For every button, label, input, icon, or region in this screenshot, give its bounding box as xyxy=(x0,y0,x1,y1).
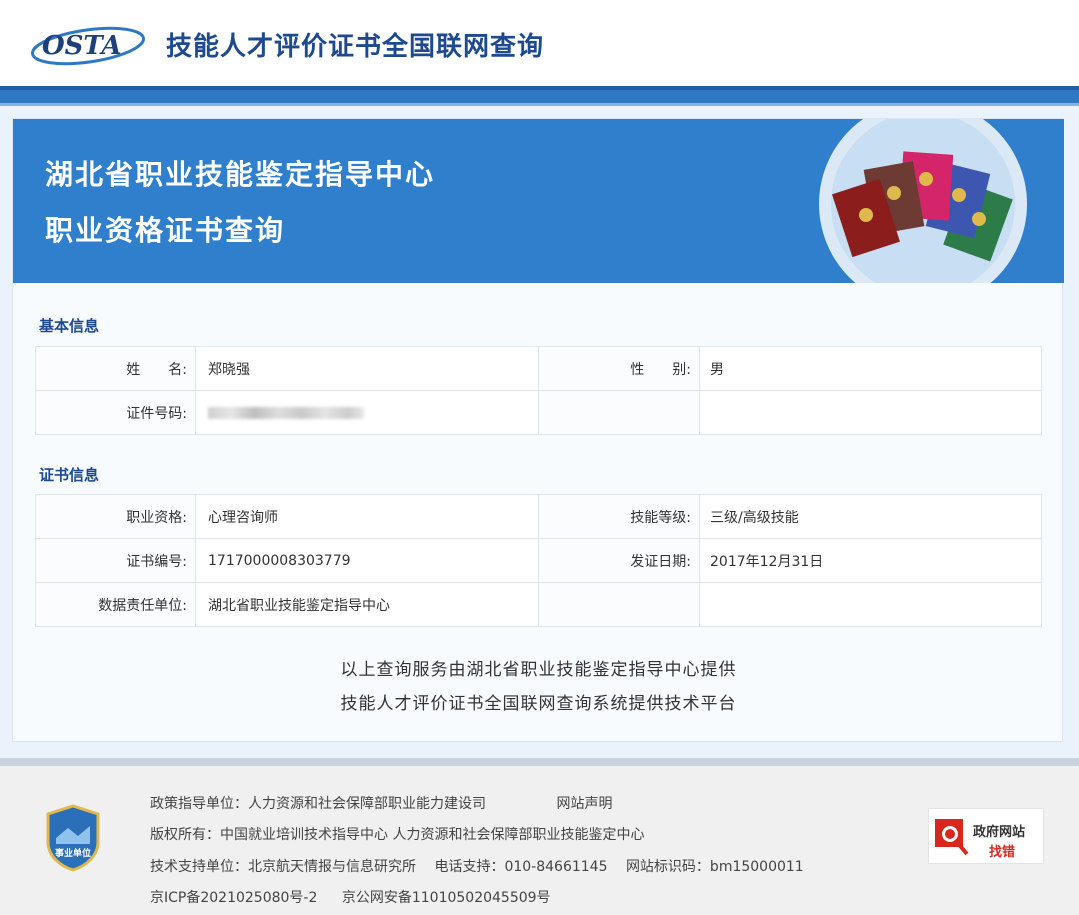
table-row: 证件号码: xyxy=(35,390,1042,435)
site-footer: 事业单位 政策指导单位：人力资源和社会保障部职业能力建设司 网站声明 版权所有：… xyxy=(0,758,1079,915)
site-title: 技能人才评价证书全国联网查询 xyxy=(166,32,545,62)
gov-badge-action: 找错 xyxy=(989,845,1016,860)
empty-cell xyxy=(538,390,700,435)
platform-credit: 技能人才评价证书全国联网查询系统提供技术平台 xyxy=(340,694,737,714)
logo-text: OSTA xyxy=(42,31,122,61)
empty-cell xyxy=(538,582,700,627)
policy-unit: 政策指导单位：人力资源和社会保障部职业能力建设司 xyxy=(150,796,486,812)
certificate-number-value: 1717000008303779 xyxy=(195,538,539,583)
empty-cell xyxy=(699,582,1042,627)
issue-date-label: 发证日期: xyxy=(538,538,700,583)
institution-badge-icon[interactable]: 事业单位 xyxy=(44,804,102,872)
table-row: 姓 名: 郑晓强 性 别: 男 xyxy=(35,346,1042,391)
id-number-label: 证件号码: xyxy=(35,390,196,435)
qualification-label: 职业资格: xyxy=(35,494,196,539)
skill-level-value: 三级/高级技能 xyxy=(699,494,1042,539)
basic-info-title: 基本信息 xyxy=(39,317,100,335)
responsible-unit-label: 数据责任单位: xyxy=(35,582,196,627)
name-value: 郑晓强 xyxy=(195,346,539,391)
id-number-value xyxy=(195,390,539,435)
skill-level-label: 技能等级: xyxy=(538,494,700,539)
basic-info-table: 姓 名: 郑晓强 性 别: 男 证件号码: xyxy=(35,346,1042,435)
gov-site-error-report-button[interactable]: 政府网站 找错 xyxy=(928,808,1044,864)
empty-cell xyxy=(699,390,1042,435)
table-row: 数据责任单位: 湖北省职业技能鉴定指导中心 xyxy=(35,582,1042,627)
osta-logo[interactable]: OSTA xyxy=(30,18,156,68)
banner-title: 湖北省职业技能鉴定指导中心 xyxy=(45,158,436,191)
gender-value: 男 xyxy=(699,346,1042,391)
issue-date-value: 2017年12月31日 xyxy=(699,538,1042,583)
certificate-info-title: 证书信息 xyxy=(39,466,100,484)
responsible-unit-value: 湖北省职业技能鉴定指导中心 xyxy=(195,582,539,627)
site-statement-link[interactable]: 网站声明 xyxy=(556,796,612,812)
police-registration-link[interactable]: 京公网安备11010502045509号 xyxy=(342,890,551,906)
table-row: 职业资格: 心理咨询师 技能等级: 三级/高级技能 xyxy=(35,494,1042,539)
phone-support: 电话支持：010-84661145 xyxy=(434,859,608,875)
badge-text: 事业单位 xyxy=(55,847,91,859)
result-panel: 湖北省职业技能鉴定指导中心 职业资格证书查询 基本信息 姓 名: 郑晓强 性 别… xyxy=(12,118,1064,742)
header-stripe xyxy=(0,86,1079,106)
table-row: 证书编号: 1717000008303779 发证日期: 2017年12月31日 xyxy=(35,538,1042,583)
redacted-id-number xyxy=(208,406,364,419)
tech-support-unit: 技术支持单位：北京航天情报与信息研究所 xyxy=(150,859,416,875)
certificates-illustration xyxy=(819,119,1027,283)
magnifier-icon xyxy=(935,819,969,856)
banner-subtitle: 职业资格证书查询 xyxy=(45,214,286,247)
footer-line-policy: 政策指导单位：人力资源和社会保障部职业能力建设司 网站声明 xyxy=(150,793,618,813)
icp-link[interactable]: 京ICP备2021025080号-2 xyxy=(150,890,317,906)
certificate-info-table: 职业资格: 心理咨询师 技能等级: 三级/高级技能 证书编号: 17170000… xyxy=(35,494,1042,627)
site-code: 网站标识码：bm15000011 xyxy=(625,859,804,875)
name-label: 姓 名: xyxy=(35,346,196,391)
footer-line-support: 技术支持单位：北京航天情报与信息研究所 电话支持：010-84661145 网站… xyxy=(150,856,810,876)
site-header: OSTA 技能人才评价证书全国联网查询 xyxy=(0,0,1079,86)
gender-label: 性 别: xyxy=(538,346,700,391)
banner: 湖北省职业技能鉴定指导中心 职业资格证书查询 xyxy=(13,119,1064,283)
gov-badge-title: 政府网站 xyxy=(973,825,1026,840)
qualification-value: 心理咨询师 xyxy=(195,494,539,539)
copyright-text: 版权所有：中国就业培训技术指导中心 人力资源和社会保障部职业技能鉴定中心 xyxy=(150,827,645,843)
footer-line-registration: 京ICP备2021025080号-2 京公网安备11010502045509号 xyxy=(150,887,557,907)
certificate-number-label: 证书编号: xyxy=(35,538,196,583)
service-credit: 以上查询服务由湖北省职业技能鉴定指导中心提供 xyxy=(340,660,737,680)
